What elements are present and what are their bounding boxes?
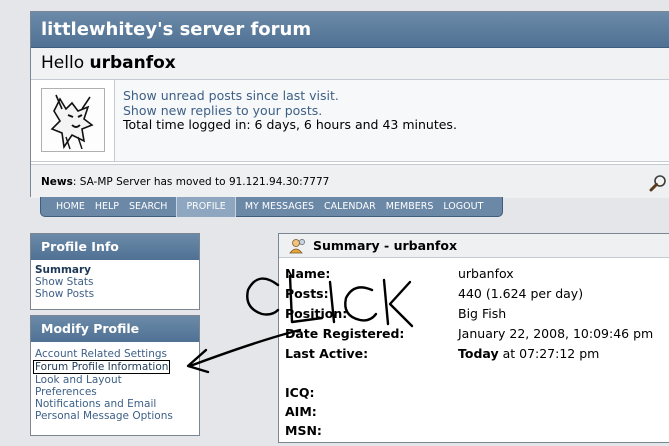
modify-personal-message-options[interactable]: Personal Message Options <box>35 410 195 422</box>
modify-forum-profile-information[interactable]: Forum Profile Information <box>33 360 171 374</box>
value-position: Big Fish <box>458 306 507 321</box>
modify-notifications-email[interactable]: Notifications and Email <box>35 398 195 410</box>
profile-info-header: Profile Info <box>31 234 199 260</box>
profile-info-box: Profile Info Summary Show Stats Show Pos… <box>30 233 200 310</box>
label-posts: Posts: <box>285 286 329 301</box>
profile-info-list: Summary Show Stats Show Posts <box>31 260 199 302</box>
summary-title: Summary - urbanfox <box>313 238 458 253</box>
profile-info-summary[interactable]: Summary <box>35 264 195 276</box>
menu-profile[interactable]: PROFILE <box>176 196 236 217</box>
menu-my-messages[interactable]: MY MESSAGES <box>240 197 319 217</box>
menu-calendar[interactable]: CALENDAR <box>319 197 381 217</box>
modify-profile-box: Modify Profile Account Related Settings … <box>30 315 200 436</box>
news-text: : SA-MP Server has moved to 91.121.94.30… <box>72 176 330 188</box>
hello-bar: Hello urbanfox <box>31 48 669 80</box>
menu-logout[interactable]: LOGOUT <box>438 197 488 217</box>
value-last-active-time: at 07:27:12 pm <box>498 346 600 361</box>
hello-prefix: Hello <box>41 53 90 73</box>
modify-profile-list: Account Related Settings Forum Profile I… <box>31 342 199 424</box>
modify-account-settings[interactable]: Account Related Settings <box>35 348 195 360</box>
main-menu: HOME HELP SEARCH PROFILE MY MESSAGES CAL… <box>40 196 503 217</box>
menu-help[interactable]: HELP <box>90 197 124 217</box>
summary-box: Summary - urbanfox Name: urbanfox Posts:… <box>278 233 669 443</box>
forum-title[interactable]: littlewhitey's server forum <box>31 12 669 48</box>
label-aim: AIM: <box>285 404 317 419</box>
label-date-registered: Date Registered: <box>285 326 405 341</box>
username: urbanfox <box>89 53 176 73</box>
wolf-avatar-icon <box>42 89 104 151</box>
menu-members[interactable]: MEMBERS <box>381 197 439 217</box>
label-position: Position: <box>285 306 348 321</box>
search-icon[interactable] <box>649 174 667 192</box>
menu-home[interactable]: HOME <box>51 197 90 217</box>
user-summary-icon <box>289 239 305 254</box>
value-posts: 440 (1.624 per day) <box>458 286 584 301</box>
forum-header: littlewhitey's server forum Hello urbanf… <box>30 11 669 198</box>
label-name: Name: <box>285 266 331 281</box>
value-last-active-day: Today <box>458 346 499 361</box>
value-last-active: Today at 07:27:12 pm <box>458 346 599 361</box>
avatar-box <box>31 80 115 161</box>
label-last-active: Last Active: <box>285 346 369 361</box>
profile-info-show-stats[interactable]: Show Stats <box>35 276 195 288</box>
news-label: News <box>41 176 73 188</box>
news-bar: News: SA-MP Server has moved to 91.121.9… <box>31 164 669 198</box>
unread-posts-link[interactable]: Show unread posts since last visit. <box>123 88 457 104</box>
summary-header: Summary - urbanfox <box>279 234 669 258</box>
user-row: Show unread posts since last visit. Show… <box>31 80 669 162</box>
modify-profile-header: Modify Profile <box>31 316 199 342</box>
avatar[interactable] <box>41 88 105 152</box>
time-logged-text: Total time logged in: 6 days, 6 hours an… <box>123 117 457 132</box>
new-replies-link[interactable]: Show new replies to your posts. <box>123 103 457 119</box>
label-icq: ICQ: <box>285 385 315 400</box>
modify-look-and-layout[interactable]: Look and Layout <box>35 374 195 386</box>
modify-preferences[interactable]: Preferences <box>35 386 195 398</box>
profile-info-show-posts[interactable]: Show Posts <box>35 288 195 300</box>
user-links: Show unread posts since last visit. Show… <box>123 88 457 133</box>
value-name: urbanfox <box>458 266 514 281</box>
value-date-registered: January 22, 2008, 10:09:46 pm <box>458 326 654 341</box>
menu-search[interactable]: SEARCH <box>124 197 172 217</box>
